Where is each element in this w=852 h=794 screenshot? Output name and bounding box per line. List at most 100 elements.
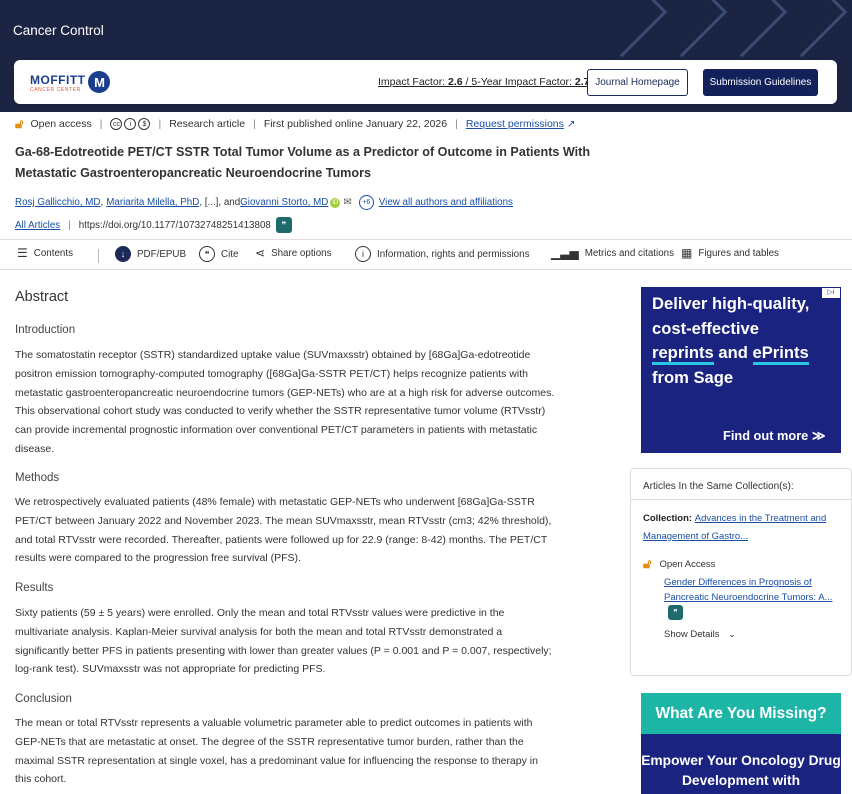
- article-type: Research article: [169, 118, 246, 130]
- show-details-label: Show Details: [664, 629, 720, 640]
- download-icon: ↓: [115, 246, 131, 262]
- show-details-button[interactable]: Show Details ⌄: [664, 629, 736, 640]
- share-label: Share options: [271, 247, 332, 259]
- share-options-button[interactable]: ⋖ Share options: [255, 246, 332, 260]
- info-label: Information, rights and permissions: [377, 248, 530, 260]
- collection-heading: Articles In the Same Collection(s):: [643, 481, 794, 492]
- mail-icon[interactable]: ✉: [343, 197, 351, 208]
- ad-body-text: Empower Your Oncology Drug Development w…: [641, 753, 841, 788]
- journal-title[interactable]: Cancer Control: [13, 23, 104, 38]
- article-meta: 🔓︎ Open access | cc i $ | Research artic…: [15, 116, 575, 132]
- conclusion-text: The mean or total RTVsstr represents a v…: [15, 717, 538, 786]
- methods-heading: Methods: [15, 472, 60, 484]
- ad-headline: Deliver high-quality, cost-effective rep…: [652, 292, 809, 390]
- ad-and: and: [713, 343, 753, 362]
- author-ellipsis[interactable]: , [...], and: [199, 197, 240, 208]
- collection-article-title[interactable]: Gender Differences in Prognosis of Pancr…: [664, 577, 832, 603]
- author-link[interactable]: Mariarita Milella, PhD: [106, 197, 199, 208]
- chevron-down-icon: ⌄: [728, 629, 736, 639]
- metrics-label: Metrics and citations: [584, 247, 674, 259]
- five-year-label: / 5-Year Impact Factor:: [462, 76, 575, 88]
- request-permissions-link[interactable]: Request permissions: [466, 118, 564, 130]
- table-icon: ▦: [681, 246, 693, 260]
- reprints-advertisement[interactable]: ▷i Deliver high-quality, cost-effective …: [641, 287, 841, 453]
- introduction-text: The somatostatin receptor (SSTR) standar…: [15, 349, 555, 455]
- contents-button[interactable]: ☰ Contents: [17, 246, 73, 260]
- open-access-row: 🔓︎ Open Access: [643, 556, 715, 572]
- divider: |: [158, 118, 162, 130]
- journal-banner: Cancer Control MOFFITT CANCER CENTER M I…: [0, 0, 852, 112]
- all-articles-link[interactable]: All Articles: [15, 220, 60, 231]
- cite-button[interactable]: ❝ Cite: [199, 246, 238, 262]
- doi-row: All Articles | https://doi.org/10.1177/1…: [15, 217, 292, 233]
- external-link-icon: ↗: [566, 118, 576, 130]
- divider: |: [99, 118, 103, 130]
- pdf-label: PDF/EPUB: [137, 248, 186, 260]
- cc-icon: cc: [110, 118, 123, 130]
- divider: |: [455, 118, 458, 130]
- contents-label: Contents: [33, 247, 73, 259]
- ad-banner-text: What Are You Missing?: [641, 693, 841, 734]
- divider: |: [253, 118, 256, 130]
- results-text: Sixty patients (59 ± 5 years) were enrol…: [15, 607, 552, 676]
- moffitt-logo[interactable]: MOFFITT CANCER CENTER M: [30, 71, 111, 93]
- bar-chart-icon: ▁▃▅: [551, 246, 579, 260]
- comma: ,: [100, 197, 104, 208]
- citation-badge-icon[interactable]: ❞: [668, 605, 683, 620]
- submission-guidelines-button[interactable]: Submission Guidelines: [703, 69, 818, 96]
- quote-icon: ❝: [199, 246, 215, 262]
- menu-icon: ☰: [17, 246, 28, 260]
- publication-date: First published online January 22, 2026: [263, 118, 448, 130]
- ad-line: cost-effective: [652, 318, 759, 338]
- open-access-icon: 🔓︎: [643, 556, 652, 571]
- figures-tables-button[interactable]: ▦ Figures and tables: [681, 246, 779, 260]
- by-icon: i: [124, 118, 137, 130]
- divider: [98, 249, 99, 263]
- share-icon: ⋖: [255, 246, 266, 260]
- pdf-epub-button[interactable]: ↓ PDF/EPUB: [115, 246, 186, 262]
- journal-card: MOFFITT CANCER CENTER M Impact Factor: 2…: [14, 60, 837, 104]
- ad-reprints: reprints: [652, 343, 714, 365]
- logo-mark-icon: M: [88, 71, 111, 93]
- logo-subtext: CANCER CENTER: [30, 86, 81, 93]
- divider: [631, 499, 851, 500]
- divider: |: [68, 219, 71, 231]
- information-button[interactable]: i Information, rights and permissions: [355, 246, 529, 262]
- oncology-advertisement[interactable]: What Are You Missing? Empower Your Oncol…: [641, 693, 841, 794]
- results-heading: Results: [15, 582, 54, 594]
- journal-homepage-button[interactable]: Journal Homepage: [587, 69, 688, 96]
- orcid-icon[interactable]: iD: [330, 197, 341, 208]
- impact-label: Impact Factor:: [378, 76, 449, 88]
- logo-text: MOFFITT: [30, 72, 86, 87]
- ad-choices-icon[interactable]: ▷i: [822, 288, 840, 298]
- abstract-heading: Abstract: [15, 289, 69, 305]
- info-icon: i: [355, 246, 371, 262]
- collection-article-link[interactable]: Gender Differences in Prognosis of Pancr…: [664, 575, 839, 620]
- doi-link[interactable]: https://doi.org/10.1177/1073274825141380…: [79, 220, 271, 231]
- more-authors-button[interactable]: +6: [358, 195, 374, 210]
- collection-link: Collection: Advances in the Treatment an…: [643, 510, 843, 546]
- impact-factor-link[interactable]: Impact Factor: 2.6 / 5-Year Impact Facto…: [378, 76, 590, 88]
- metrics-button[interactable]: ▁▃▅ Metrics and citations: [551, 246, 674, 260]
- author-list: Rosj Gallicchio, MD , Mariarita Milella,…: [15, 195, 513, 210]
- ad-line: from Sage: [652, 367, 734, 387]
- open-access-label: Open access: [30, 118, 92, 130]
- cite-label: Cite: [221, 248, 239, 260]
- nc-icon: $: [138, 118, 151, 130]
- ad-eprints: ePrints: [752, 343, 809, 365]
- impact-value: 2.6: [448, 76, 463, 88]
- find-out-more-link[interactable]: Find out more ≫: [723, 428, 825, 444]
- collection-label: Collection:: [643, 513, 695, 524]
- same-collection-panel: Articles In the Same Collection(s): Coll…: [630, 468, 852, 676]
- article-title: Ga-68-Edotreotide PET/CT SSTR Total Tumo…: [15, 145, 591, 180]
- license-icons[interactable]: cc i $: [110, 118, 151, 130]
- figures-label: Figures and tables: [698, 247, 779, 259]
- ad-line: reprints and ePrints: [652, 341, 809, 366]
- author-link[interactable]: Giovanni Storto, MD: [240, 197, 328, 208]
- citation-badge-icon[interactable]: ❞: [275, 217, 292, 233]
- author-link[interactable]: Rosj Gallicchio, MD: [15, 197, 100, 208]
- open-access-icon: 🔓︎: [15, 116, 24, 131]
- view-all-authors-link[interactable]: View all authors and affiliations: [379, 197, 513, 208]
- ad-line: Deliver high-quality,: [652, 294, 810, 313]
- open-access-label: Open Access: [659, 558, 716, 570]
